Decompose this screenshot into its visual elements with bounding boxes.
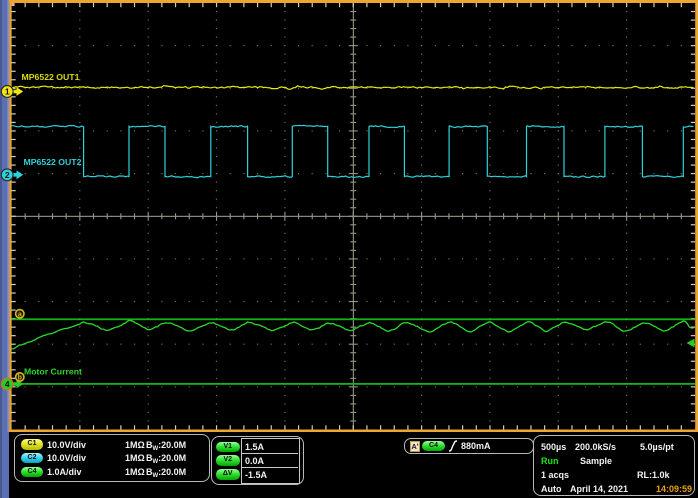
svg-text:4: 4: [5, 379, 10, 389]
svg-text:a: a: [18, 311, 22, 318]
svg-text:b: b: [18, 375, 22, 382]
svg-text:1: 1: [5, 87, 10, 97]
svg-text:Motor Current: Motor Current: [24, 367, 82, 377]
svg-text:MP6522 OUT1: MP6522 OUT1: [22, 72, 80, 82]
svg-text:MP6522 OUT2: MP6522 OUT2: [24, 157, 82, 167]
svg-text:2: 2: [5, 170, 10, 180]
